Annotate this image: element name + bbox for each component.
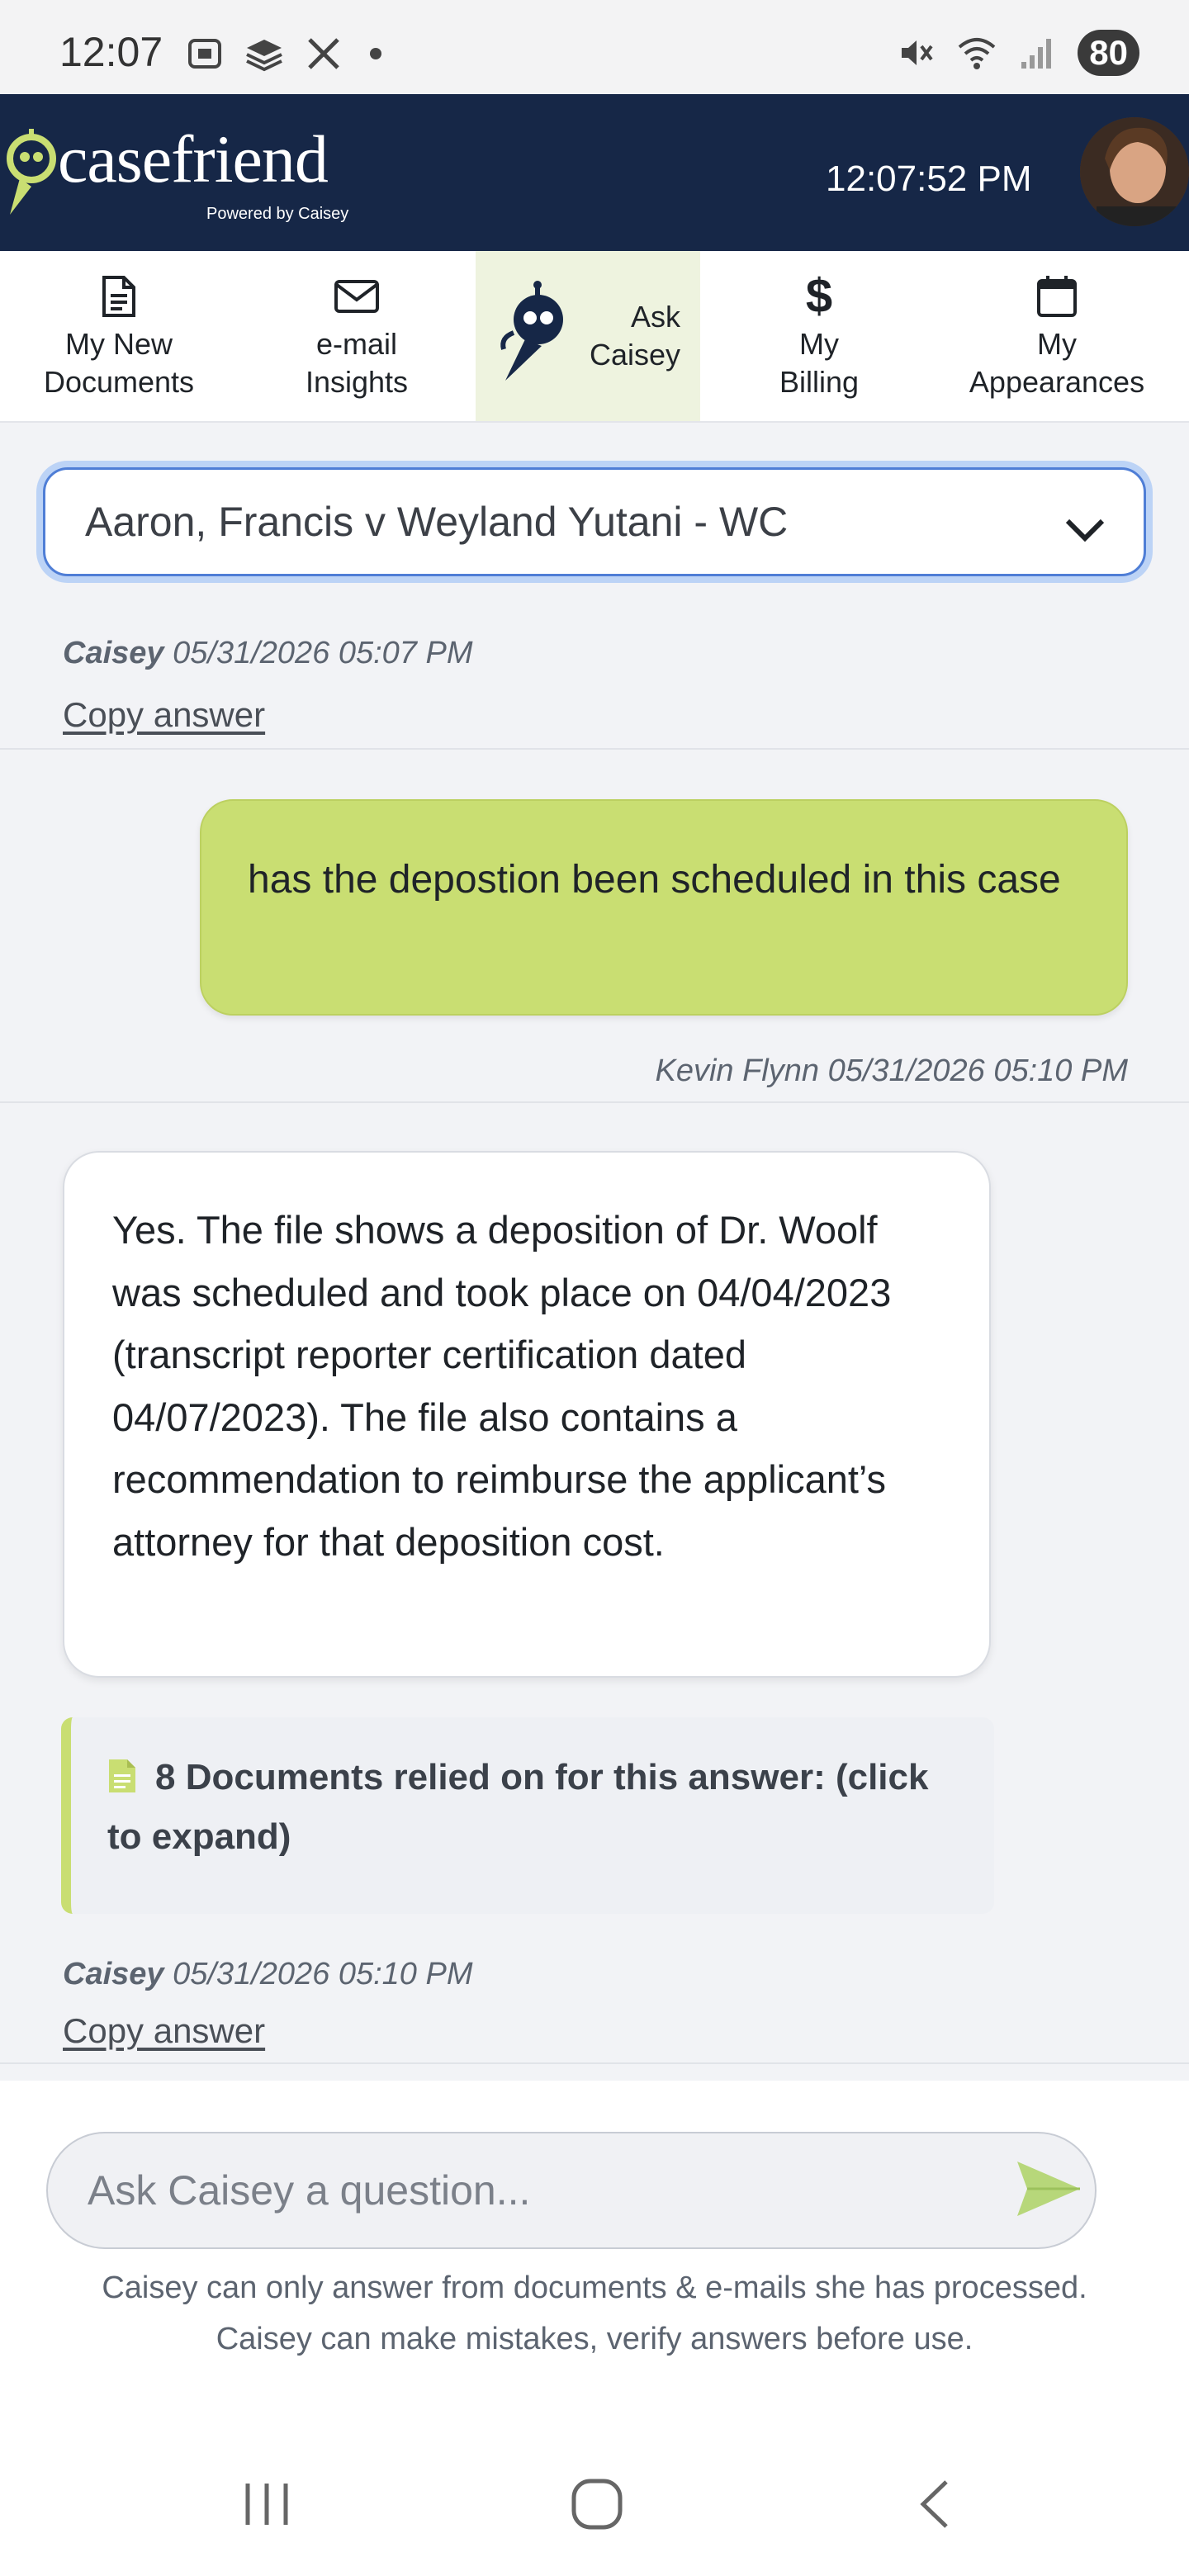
tab-my-appearances[interactable]: My Appearances [938,251,1176,421]
meta-author: Kevin Flynn [655,1054,820,1088]
document-icon [107,1755,137,1810]
avatar[interactable] [1080,117,1189,226]
tab-ask-caisey[interactable]: Ask Caisey [476,251,700,421]
send-icon [1017,2162,1080,2216]
meta-author: Caisey [63,1957,164,1991]
tab-my-new-documents[interactable]: My New Documents [0,251,238,421]
recent-apps-button[interactable] [239,2477,294,2536]
meta-timestamp: 05/31/2026 05:10 PM [173,1957,473,1991]
divider [0,2062,1189,2064]
robot-icon [495,280,575,393]
ask-input[interactable]: Ask Caisey a question... [46,2132,1097,2249]
user-message-meta: Kevin Flynn 05/31/2026 05:10 PM [655,1054,1128,1089]
tab-label: Ask Caisey [589,300,681,372]
app-header: casefriend Powered by Caisey 12:07:52 PM [0,94,1189,251]
ai-message-text: Yes. The file shows a deposition of Dr. … [112,1208,892,1564]
meta-timestamp: 05/31/2026 05:10 PM [827,1054,1128,1088]
main-nav: My New Documents e-mail Insights Ask Cai… [0,251,1189,423]
ask-input-placeholder: Ask Caisey a question... [88,2167,531,2214]
meta-timestamp: 05/31/2026 05:07 PM [173,636,473,670]
mute-icon [894,32,937,73]
header-clock: 12:07:52 PM [826,159,1032,199]
tab-label: My Billing [779,327,860,399]
divider [0,1101,1189,1103]
x-icon [302,33,345,74]
case-select[interactable]: Aaron, Francis v Weyland Yutani - WC [43,467,1146,576]
documents-note: 8 Documents relied on for this answer: (… [107,1757,929,1857]
disclaimer-line-1: Caisey can only answer from documents & … [102,2271,1087,2305]
back-button[interactable] [908,2477,963,2536]
previous-answer-meta: Caisey 05/31/2026 05:07 PM [63,636,473,671]
chevron-down-icon [1064,506,1106,554]
document-icon [101,271,137,322]
copy-answer-link[interactable]: Copy answer [63,2011,265,2051]
battery-icon: 80 [1078,30,1139,76]
signal-icon [1016,32,1059,73]
dot-icon [370,48,381,59]
robot-logo-icon [7,129,56,215]
user-photo [1080,117,1189,226]
documents-relied-on[interactable]: 8 Documents relied on for this answer: (… [61,1717,994,1914]
status-bar: 12:07 80 [0,0,1189,94]
status-time: 12:07 [59,29,163,75]
calendar-icon [1036,271,1078,322]
screenshot-icon [183,33,226,74]
tab-email-insights[interactable]: e-mail Insights [238,251,476,421]
ai-message-bubble: Yes. The file shows a deposition of Dr. … [63,1151,991,1678]
logo-tagline: Powered by Caisey [206,205,349,223]
tab-label: My Appearances [969,327,1145,399]
meta-author: Caisey [63,636,164,670]
user-message-text: has the depostion been scheduled in this… [248,858,1061,902]
home-button[interactable] [570,2477,624,2536]
send-button[interactable] [1012,2153,1083,2224]
copy-answer-link[interactable]: Copy answer [63,695,265,735]
wifi-icon [955,32,998,73]
disclaimer-line-2: Caisey can make mistakes, verify answers… [216,2322,973,2356]
logo-wordmark: casefriend [58,121,329,197]
envelope-icon [334,271,380,322]
ai-answer-meta: Caisey 05/31/2026 05:10 PM [63,1957,473,1992]
divider [0,748,1189,750]
tab-label: e-mail Insights [305,327,409,399]
tab-my-billing[interactable]: $ My Billing [700,251,938,421]
layers-icon [243,33,286,74]
case-select-value: Aaron, Francis v Weyland Yutani - WC [85,499,789,545]
tab-label: My New Documents [43,327,195,399]
user-message-bubble: has the depostion been scheduled in this… [200,799,1128,1016]
casefriend-logo[interactable]: casefriend Powered by Caisey [0,117,363,233]
dollar-icon: $ [805,269,833,323]
